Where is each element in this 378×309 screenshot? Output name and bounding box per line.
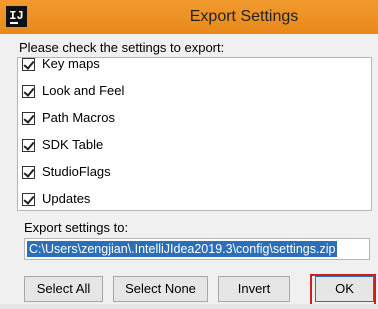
invert-button[interactable]: Invert <box>218 276 290 302</box>
ok-button[interactable]: OK <box>315 276 374 302</box>
title-bar[interactable]: IJ Export Settings <box>0 0 378 34</box>
export-settings-dialog: IJ Export Settings Please check the sett… <box>0 0 378 309</box>
instruction-text: Please check the settings to export: <box>19 40 225 55</box>
select-none-button[interactable]: Select None <box>113 276 208 302</box>
item-label: Path Macros <box>42 110 115 125</box>
checkbox[interactable] <box>22 139 35 152</box>
export-path-input[interactable]: C:\Users\zengjian\.IntelliJIdea2019.3\co… <box>24 238 370 260</box>
item-label: Key maps <box>42 57 100 71</box>
checkbox[interactable] <box>22 166 35 179</box>
export-path-label: Export settings to: <box>24 220 129 235</box>
item-label: StudioFlags <box>42 164 111 179</box>
settings-list[interactable]: Key maps Look and Feel Path Macros SDK T… <box>17 57 372 211</box>
checkbox[interactable] <box>22 193 35 206</box>
item-label: Look and Feel <box>42 83 125 98</box>
item-label: SDK Table <box>42 137 104 152</box>
checkbox[interactable] <box>22 112 35 125</box>
export-path-value: C:\Users\zengjian\.IntelliJIdea2019.3\co… <box>27 241 338 257</box>
bottom-edge <box>0 304 378 309</box>
item-label: Updates <box>42 191 91 206</box>
dialog-title: Export Settings <box>189 8 299 25</box>
select-all-button[interactable]: Select All <box>24 276 103 302</box>
checkbox[interactable] <box>22 85 35 98</box>
checkbox[interactable] <box>22 58 35 71</box>
